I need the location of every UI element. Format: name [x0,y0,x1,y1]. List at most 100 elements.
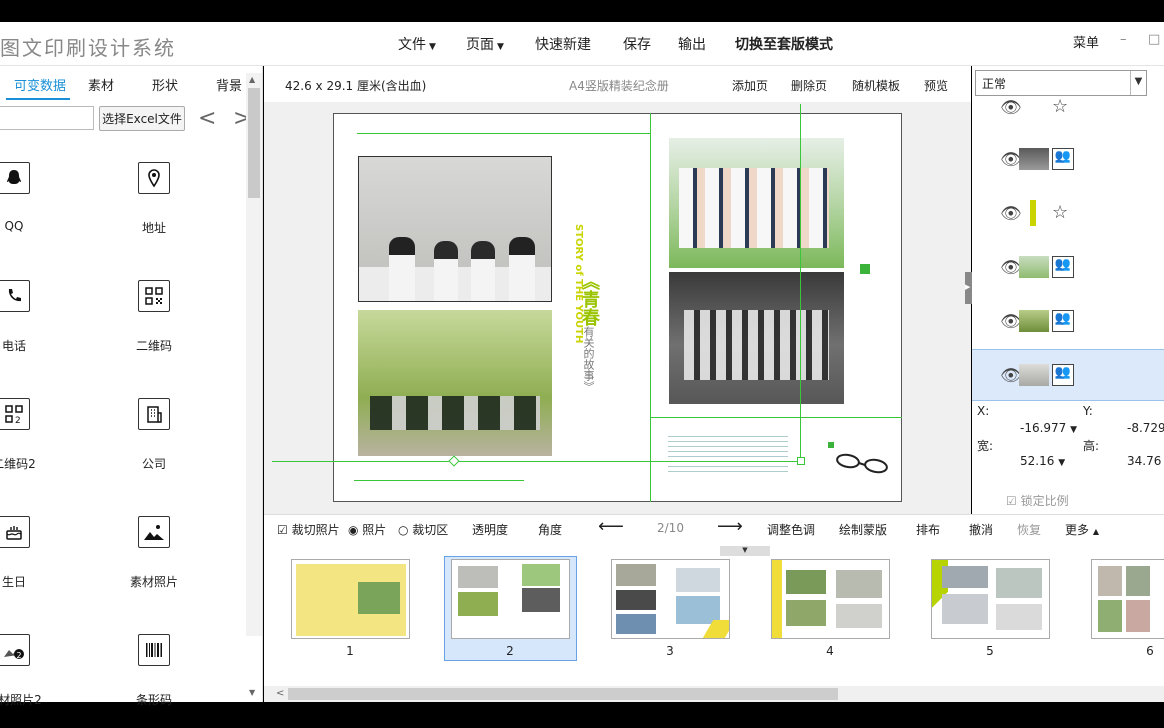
maximize-button[interactable]: □ [1148,32,1160,47]
thumbnail-number: 1 [346,644,354,658]
eye-icon[interactable]: 👁 [1000,204,1022,224]
selection-handle[interactable] [797,457,805,465]
angle-button[interactable]: 角度 [538,521,562,538]
phone-icon [0,280,30,312]
person-icon: 👥 [1052,364,1074,386]
x-input[interactable]: -16.977 ▼ [1020,421,1077,435]
page-indicator: 2/10 [657,521,684,535]
height-label: 高: [1083,439,1100,453]
item-material-photo[interactable] [138,516,170,548]
title-subtitle: 有关的故事》 [582,326,595,392]
menu-page[interactable]: 页面 ▼ [466,34,504,54]
menu-save[interactable]: 保存 [623,34,651,54]
undo-button[interactable]: 撤消 [969,521,993,538]
star-icon: ☆ [1052,202,1069,223]
lock-ratio-checkbox[interactable]: ☑ 锁定比例 [1006,492,1069,509]
arrange-button[interactable]: 排布 [916,521,940,538]
item-birthday[interactable] [0,516,30,548]
location-pin-icon [138,162,170,194]
guide-line [354,480,524,481]
left-scrollbar-thumb[interactable] [248,88,260,198]
photo-girls-wall[interactable] [358,156,552,302]
item-material-photo-2[interactable]: 2 [0,634,30,666]
random-template-button[interactable]: 随机模板 [852,77,900,94]
photo-girls-group[interactable] [669,138,844,268]
eye-icon[interactable]: 👁 [1000,98,1022,118]
item-qrcode-2[interactable]: 2 [0,398,30,430]
guide-line [357,133,651,134]
search-input[interactable] [0,106,94,130]
prev-page-arrow-icon[interactable]: ⟵ [598,516,624,537]
thumbnail-number: 2 [506,644,514,658]
menu-file[interactable]: 文件 ▼ [398,34,436,54]
menu-quick-new[interactable]: 快速新建 [535,34,591,54]
item-company[interactable] [138,398,170,430]
collapse-strip-handle[interactable]: ▼ [720,546,770,556]
barcode-icon [138,634,170,666]
green-square-decoration [860,264,870,274]
layer-thumbnail [1019,310,1049,332]
person-icon: 👥 [1052,310,1074,332]
photo-dance-group[interactable] [669,272,844,404]
thumbnail-number: 3 [666,644,674,658]
crop-area-radio[interactable]: ○ 裁切区 [398,521,448,538]
width-input[interactable]: 52.16 ▼ [1020,454,1065,468]
window-menu-button[interactable]: 菜单 [1073,32,1099,51]
page-thumbnail[interactable] [771,559,890,639]
svg-text:2: 2 [17,651,22,660]
chevron-down-icon[interactable]: ▼ [1130,71,1146,95]
preview-button[interactable]: 预览 [924,77,948,94]
svg-text:2: 2 [15,416,21,424]
select-excel-button[interactable]: 选择Excel文件 [99,106,185,131]
page-thumbnail[interactable] [1091,559,1164,639]
item-barcode[interactable] [138,634,170,666]
page-thumbnail[interactable] [931,559,1050,639]
item-address[interactable] [138,162,170,194]
canvas-size: 42.6 x 29.1 厘米(含出血) [285,79,427,93]
add-page-button[interactable]: 添加页 [732,77,768,94]
next-page-arrow-icon[interactable]: ⟶ [717,516,743,537]
width-label: 宽: [977,439,994,453]
height-input[interactable]: 34.76 [1127,454,1161,468]
tab-materials[interactable]: 素材 [88,75,114,94]
template-name: A4竖版精装纪念册 [569,79,669,93]
design-page[interactable]: STORY of THE YOUTH 《青春 有关的故事》 [333,113,902,502]
item-qrcode[interactable] [138,280,170,312]
y-input[interactable]: -8.729 [1127,421,1164,435]
prev-arrow-icon[interactable]: < [198,106,216,131]
menu-export[interactable]: 输出 [678,34,706,54]
tab-shapes[interactable]: 形状 [152,75,178,94]
guide-line [650,113,651,502]
opacity-button[interactable]: 透明度 [472,521,508,538]
left-panel: 可变数据 素材 形状 背景 选择Excel文件 < > QQ 地址 电话 二维码… [0,66,263,707]
adjust-color-button[interactable]: 调整色调 [767,521,815,538]
photo-radio[interactable]: ◉ 照片 [348,521,386,538]
page-thumbnail[interactable] [451,559,570,639]
item-qq[interactable] [0,162,30,194]
redo-button[interactable]: 恢复 [1017,521,1041,538]
minimize-button[interactable]: – [1120,32,1127,47]
tab-variable-data[interactable]: 可变数据 [14,75,66,94]
photo-students-park[interactable] [358,310,552,456]
switch-mode-button[interactable]: 切换至套版模式 [735,34,833,54]
tab-background[interactable]: 背景 [216,75,242,94]
guide-line [800,104,801,462]
qq-icon [0,162,30,194]
item-phone[interactable] [0,280,30,312]
scroll-left-icon[interactable]: < [276,688,284,699]
scroll-up-icon[interactable]: ▲ [249,75,255,84]
y-label: Y: [1083,404,1093,418]
glasses-decoration [836,453,888,474]
crop-photo-checkbox[interactable]: ☑ 裁切照片 [277,521,340,538]
scroll-down-icon[interactable]: ▼ [249,688,255,697]
chevron-down-icon: ▼ [429,42,436,52]
draw-mask-button[interactable]: 绘制蒙版 [839,521,887,538]
qr-code-2-icon: 2 [0,398,30,430]
delete-page-button[interactable]: 删除页 [791,77,827,94]
blend-mode-select[interactable]: 正常 [975,70,1147,96]
page-thumbnail[interactable] [611,559,730,639]
more-button[interactable]: 更多 ▲ [1065,521,1099,538]
page-thumbnail[interactable] [291,559,410,639]
thumbnail-scrollbar-thumb[interactable] [288,688,838,700]
collapse-right-handle[interactable]: ▶ [965,272,972,304]
